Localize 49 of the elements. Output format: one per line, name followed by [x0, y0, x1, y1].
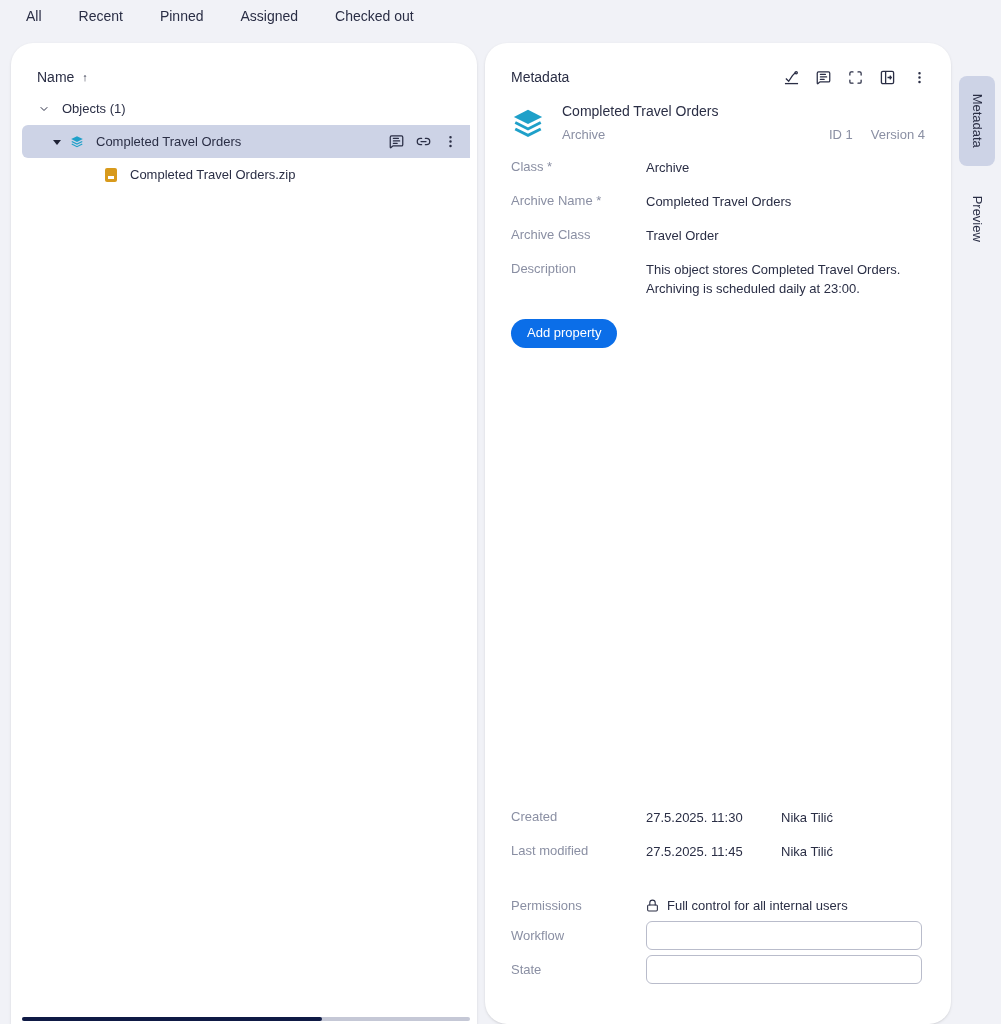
side-tab[interactable]: Preview: [959, 174, 995, 264]
nav-tab[interactable]: Assigned: [240, 6, 299, 27]
fullscreen-icon[interactable]: [848, 69, 863, 85]
property-value: Completed Travel Orders: [646, 192, 793, 211]
nav-tab[interactable]: Checked out: [335, 6, 414, 27]
nav-tab[interactable]: Recent: [78, 6, 123, 27]
signature-icon[interactable]: [784, 69, 799, 85]
side-tab[interactable]: Metadata: [959, 76, 995, 166]
permissions-label: Permissions: [511, 896, 583, 915]
nav-tab[interactable]: All: [26, 6, 42, 27]
item-label: Completed Travel Orders: [96, 132, 243, 151]
field-label: State: [511, 960, 543, 979]
property-value: This object stores Completed Travel Orders. Archiving is scheduled daily at 23:00.: [646, 260, 902, 298]
scrollbar[interactable]: [22, 1017, 470, 1021]
tree-item[interactable]: Completed Travel Orders.zip: [22, 158, 470, 191]
group-label[interactable]: Objects (1): [62, 98, 126, 119]
object-id: ID 1: [828, 126, 853, 144]
object-version: Version 4: [870, 126, 925, 144]
object-class: Archive: [562, 126, 607, 144]
property-label: Archive Name *: [511, 191, 603, 210]
zip-file-icon: [104, 167, 118, 182]
history-user: Nika Tilić: [781, 843, 833, 861]
input-field[interactable]: [646, 921, 922, 950]
field-label: Workflow: [511, 926, 566, 945]
property-label: Archive Class: [511, 225, 592, 244]
history-label: Created: [511, 807, 559, 826]
nav-tab[interactable]: Pinned: [159, 6, 204, 27]
permissions-value: Full control for all internal users: [667, 896, 848, 915]
property-value: Archive: [646, 158, 691, 177]
panel-title: Metadata: [511, 67, 571, 87]
comment-icon[interactable]: [389, 134, 404, 149]
history-date: 27.5.2025. 11:30: [646, 808, 744, 827]
input-field[interactable]: [646, 955, 922, 984]
property-label: Description: [511, 259, 578, 278]
history-date: 27.5.2025. 11:45: [646, 843, 744, 861]
property-value: Travel Order: [646, 226, 720, 245]
item-label: Completed Travel Orders.zip: [130, 165, 297, 184]
lock-icon: [646, 898, 659, 912]
comment-icon[interactable]: [816, 69, 831, 85]
history-label: Last modified: [511, 842, 590, 860]
history-user: Nika Tilić: [781, 808, 833, 827]
column-header[interactable]: Name: [37, 66, 75, 88]
layers-icon: [70, 134, 84, 149]
object-name: Completed Travel Orders: [562, 102, 720, 121]
tree-item[interactable]: Completed Travel Orders: [22, 125, 470, 158]
panel-split-icon[interactable]: [880, 69, 895, 85]
add-property-button[interactable]: Add property: [511, 318, 618, 348]
property-label: Class *: [511, 157, 554, 176]
sort-arrow[interactable]: ↑: [82, 68, 88, 86]
